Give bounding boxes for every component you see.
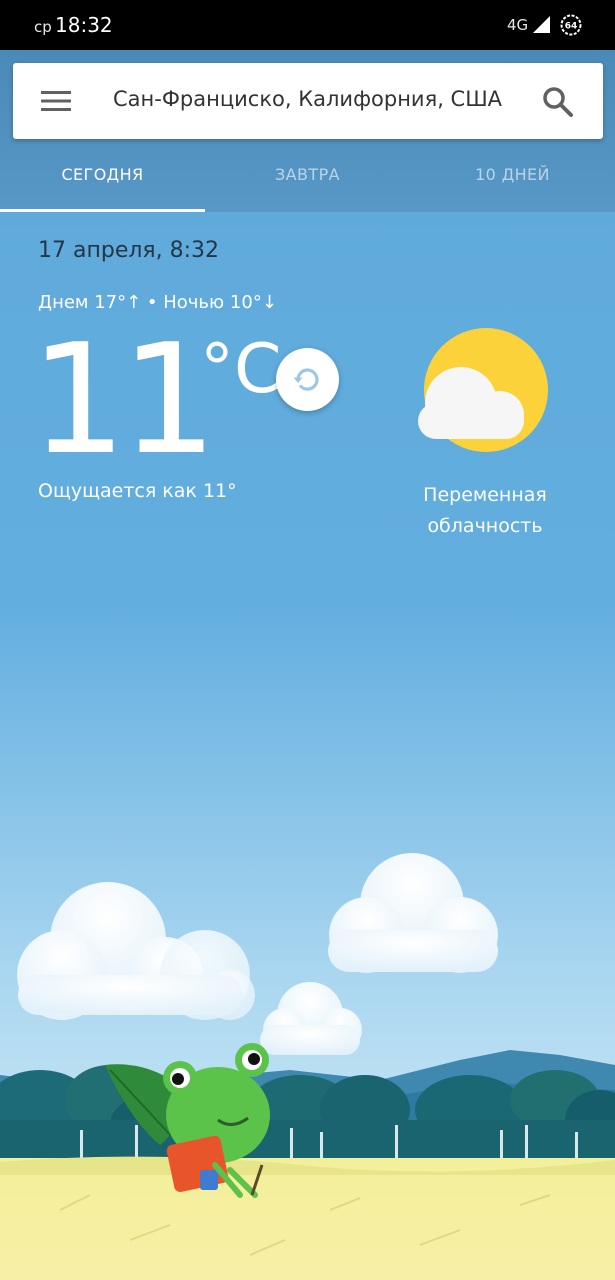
status-bar: ср 18:32 4G 64 <box>0 0 615 50</box>
menu-icon[interactable] <box>41 89 71 113</box>
signal-icon <box>533 16 550 33</box>
location-text[interactable]: Сан-Франциско, Калифорния, США <box>113 87 511 111</box>
refresh-icon <box>293 368 319 391</box>
temperature-unit: °C <box>200 330 282 409</box>
battery-icon: 64 <box>560 14 582 36</box>
tab-10-days[interactable]: 10 ДНЕЙ <box>410 140 615 212</box>
partly-cloudy-icon <box>418 328 548 452</box>
status-time: 18:32 <box>55 13 113 37</box>
date-time: 17 апреля, 8:32 <box>38 238 220 263</box>
battery-level: 64 <box>565 22 578 32</box>
search-icon[interactable] <box>541 85 575 119</box>
feels-like: Ощущается как 11° <box>38 480 237 502</box>
refresh-button[interactable] <box>276 348 339 411</box>
status-day: ср <box>34 18 52 36</box>
grass-field <box>0 1158 615 1280</box>
day-tabs: СЕГОДНЯ ЗАВТРА 10 ДНЕЙ <box>0 140 615 212</box>
tab-today[interactable]: СЕГОДНЯ <box>0 140 205 212</box>
high-low-temps: Днем 17°↑ • Ночью 10°↓ <box>38 292 277 313</box>
network-type: 4G <box>507 16 529 34</box>
search-bar[interactable]: Сан-Франциско, Калифорния, США <box>13 63 603 139</box>
tree-line <box>0 1065 615 1165</box>
current-temperature: 11 <box>30 311 217 488</box>
weather-condition: Переменная облачность <box>423 484 547 537</box>
tab-tomorrow[interactable]: ЗАВТРА <box>205 140 410 212</box>
tab-indicator <box>0 209 205 212</box>
